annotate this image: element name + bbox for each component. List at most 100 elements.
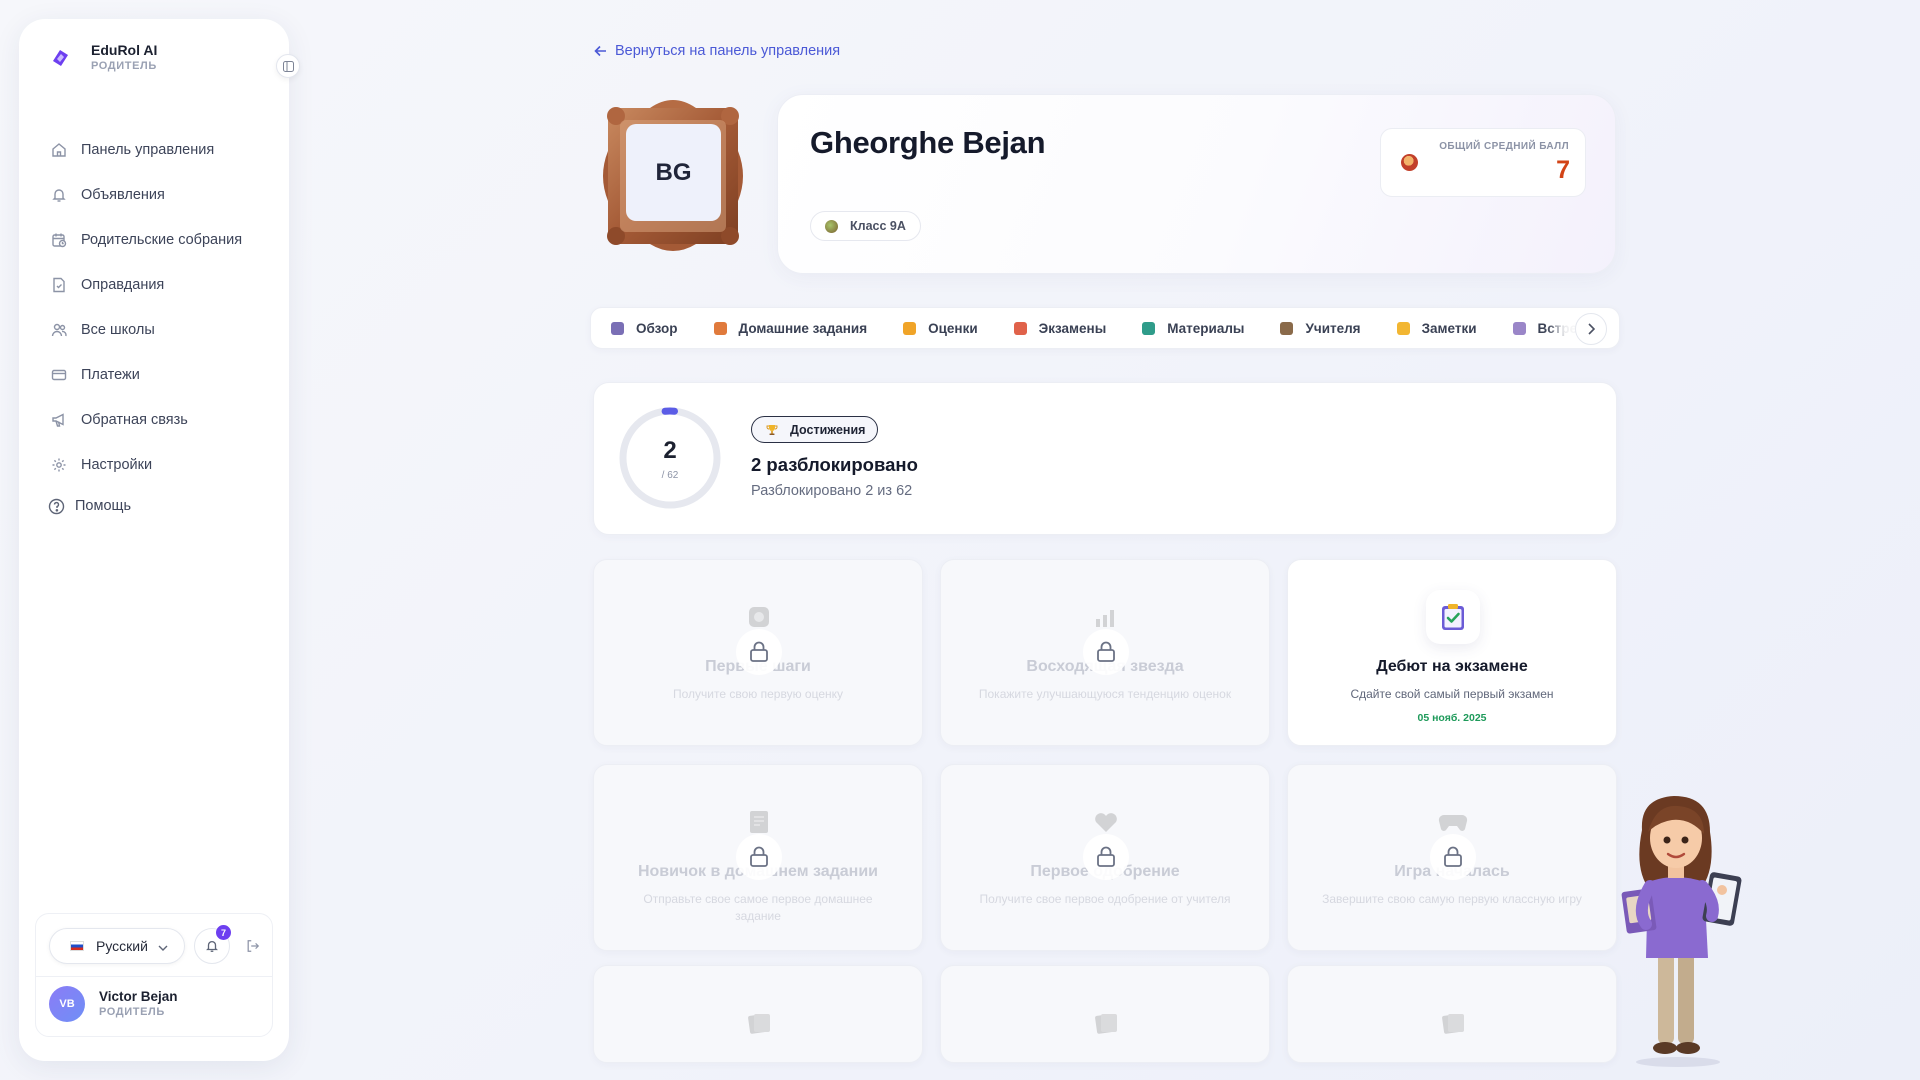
language-label: Русский — [96, 938, 148, 954]
tab-label: Оценки — [928, 320, 978, 336]
sidebar-item-label: Панель управления — [81, 141, 215, 158]
tab-label: Учителя — [1305, 320, 1361, 336]
student-avatar-frame: BG — [600, 96, 746, 256]
sidebar-item-label: Объявления — [81, 186, 165, 203]
tab-icon — [1013, 321, 1027, 335]
brand-role: РОДИТЕЛЬ — [91, 60, 157, 72]
credit-card-icon — [49, 365, 69, 385]
summary-subtitle: Разблокировано 2 из 62 — [751, 483, 913, 499]
achievement-description: Завершите свою самую первую классную игр… — [1322, 892, 1582, 906]
sidebar-item-dashboard[interactable]: Панель управления — [49, 127, 277, 172]
sidebar-item-label: Платежи — [81, 366, 140, 383]
tab-2[interactable]: Домашние задания — [713, 320, 868, 336]
tab-label: Домашние задания — [738, 320, 868, 336]
cards-icon — [1079, 996, 1133, 1050]
tab-7[interactable]: Заметки — [1396, 320, 1477, 336]
achievement-description: Получите свою первую оценку — [673, 687, 843, 701]
question-circle-icon — [46, 496, 66, 516]
clipboard-check-icon — [1426, 590, 1480, 644]
sidebar-item-help[interactable]: Помощь — [46, 487, 277, 525]
sidebar-nav: Панель управления Объявления Родительски… — [46, 127, 277, 525]
chevron-down-icon — [158, 938, 168, 954]
lock-icon — [1083, 629, 1129, 675]
achievements-chip: Достижения — [751, 416, 879, 443]
tab-label: Заметки — [1421, 320, 1477, 336]
user-name: Victor Bejan — [99, 989, 178, 1004]
target-icon — [1401, 154, 1418, 171]
tab-icon — [1142, 321, 1156, 335]
class-label: Класс 9A — [850, 219, 906, 233]
language-select[interactable]: Русский — [49, 928, 185, 964]
user-profile[interactable]: VB Victor Bejan РОДИТЕЛЬ — [49, 986, 178, 1022]
bell-icon — [206, 940, 218, 952]
avatar: VB — [49, 986, 85, 1022]
tab-label: Материалы — [1167, 320, 1245, 336]
summary-title: 2 разблокировано — [751, 454, 918, 475]
logout-button[interactable] — [243, 936, 263, 956]
collapse-sidebar-button[interactable] — [276, 54, 300, 78]
sidebar-item-payments[interactable]: Платежи — [49, 352, 277, 397]
brand-logo-icon — [45, 43, 75, 73]
arrow-left-icon — [594, 45, 607, 57]
class-icon — [825, 219, 838, 233]
sidebar-item-label: Обратная связь — [81, 411, 188, 428]
achievement-title: Дебют на экзамене — [1376, 658, 1528, 675]
achievement-card[interactable] — [1287, 965, 1617, 1063]
sidebar-item-all-schools[interactable]: Все школы — [49, 307, 277, 352]
tab-icon — [1280, 321, 1294, 335]
sidebar-item-label: Все школы — [81, 321, 155, 338]
notifications-button[interactable]: 7 — [194, 925, 231, 964]
achievement-date: 05 нояб. 2025 — [1417, 712, 1487, 724]
sidebar-item-label: Настройки — [81, 456, 153, 473]
tab-4[interactable]: Экзамены — [1013, 320, 1107, 336]
tab-icon — [1396, 321, 1410, 335]
back-to-dashboard-link[interactable]: Вернуться на панель управления — [594, 43, 840, 59]
back-link-label: Вернуться на панель управления — [615, 43, 841, 59]
achievement-card[interactable]: Дебют на экзамене Сдайте свой самый перв… — [1287, 559, 1617, 746]
sidebar-toggle-icon — [282, 60, 294, 72]
user-role: РОДИТЕЛЬ — [99, 1006, 165, 1018]
tab-icon — [1512, 321, 1526, 335]
achievement-card[interactable]: Первые шаги Получите свою первую оценку — [593, 559, 923, 746]
achievement-description: Отправьте свое самое первое домашнее зад… — [643, 892, 873, 923]
home-icon — [49, 140, 69, 160]
tab-5[interactable]: Материалы — [1142, 321, 1244, 336]
achievement-card[interactable] — [940, 965, 1270, 1063]
sidebar-item-settings[interactable]: Настройки — [49, 442, 277, 487]
achievement-card[interactable]: Новичок в домашнем задании Отправьте сво… — [593, 764, 923, 951]
achievement-card[interactable]: Восходящая звезда Покажите улучшающуюся … — [940, 559, 1270, 746]
sidebar-item-parent-meetings[interactable]: Родительские собрания — [49, 217, 277, 262]
tab-icon — [713, 321, 727, 335]
notification-count-badge: 7 — [216, 925, 231, 940]
tab-6[interactable]: Учителя — [1280, 320, 1361, 336]
lock-icon — [1430, 834, 1476, 880]
lock-icon — [1083, 834, 1129, 880]
tab-1[interactable]: Обзор — [611, 321, 678, 336]
cards-icon — [732, 996, 786, 1050]
users-icon — [49, 320, 69, 340]
achievement-card[interactable] — [593, 965, 923, 1063]
unlocked-count: 2 — [663, 437, 677, 464]
assistant-mascot[interactable] — [1612, 790, 1754, 1068]
student-name: Gheorghe Bejan — [810, 125, 1046, 160]
tab-3[interactable]: Оценки — [903, 321, 978, 336]
chevron-right-icon — [1588, 323, 1595, 335]
sidebar-item-excuses[interactable]: Оправдания — [49, 262, 277, 307]
tab-label: Экзамены — [1038, 320, 1107, 336]
sidebar-item-announcements[interactable]: Объявления — [49, 172, 277, 217]
tabs-scroll-right-button[interactable] — [1575, 313, 1607, 345]
brand[interactable]: EduRol AI РОДИТЕЛЬ — [45, 41, 157, 74]
student-profile-card: Gheorghe Bejan Класс 9A ОБЩИЙ СРЕДНИЙ БА… — [777, 94, 1616, 274]
brand-name: EduRol AI — [91, 42, 158, 58]
achievement-card[interactable]: Первое одобрение Получите свое первое од… — [940, 764, 1270, 951]
gpa-value: 7 — [1556, 156, 1570, 184]
class-chip[interactable]: Класс 9A — [810, 211, 921, 241]
tab-label: Обзор — [636, 320, 678, 336]
logout-icon — [247, 940, 260, 952]
achievement-description: Покажите улучшающуюся тенденцию оценок — [978, 687, 1232, 701]
achievement-card[interactable]: Игра началась Завершите свою самую перву… — [1287, 764, 1617, 951]
achievement-description: Сдайте свой самый первый экзамен — [1350, 687, 1554, 701]
bell-icon — [49, 185, 69, 205]
sidebar-item-feedback[interactable]: Обратная связь — [49, 397, 277, 442]
achievements-chip-label: Достижения — [790, 422, 866, 437]
